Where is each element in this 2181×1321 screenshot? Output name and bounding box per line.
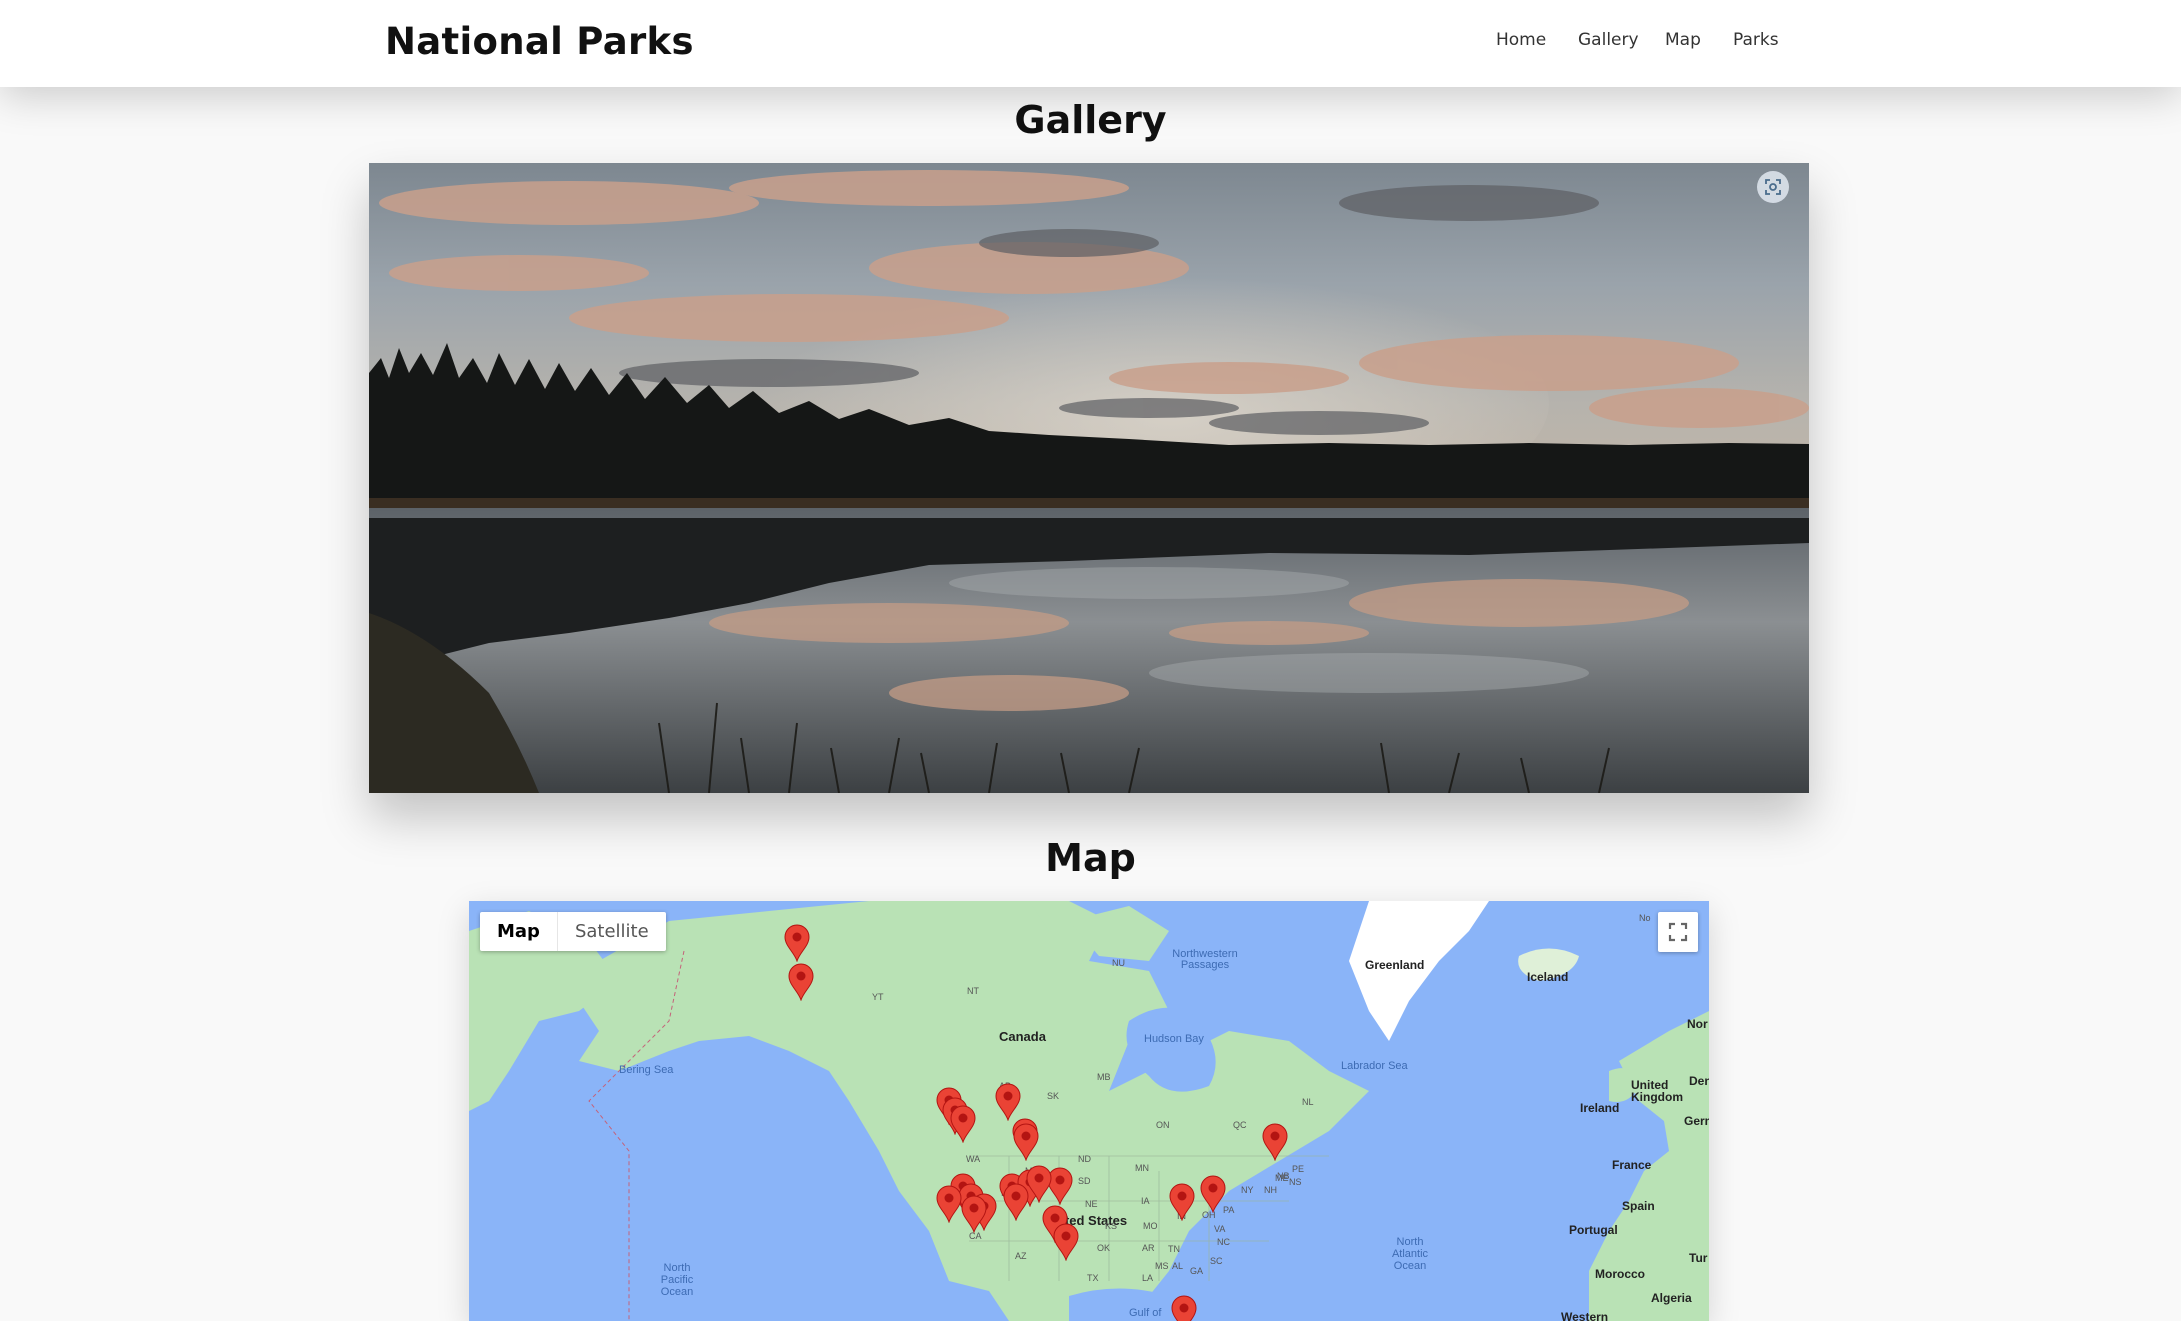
site-header: National Parks Home Gallery Map Parks (0, 0, 2181, 87)
map-label-mn: MN (1135, 1163, 1149, 1173)
fullscreen-icon (1668, 922, 1688, 942)
nav-home-link[interactable]: Home (1496, 30, 1546, 50)
nav-map-link[interactable]: Map (1665, 30, 1701, 50)
map-label-ny: NY (1241, 1185, 1254, 1195)
map-label-nd: ND (1078, 1154, 1091, 1164)
map-label-tx: TX (1087, 1273, 1099, 1283)
map-label-algeria: Algeria (1651, 1291, 1692, 1305)
map-label-portugal: Portugal (1569, 1223, 1618, 1237)
map-label-sk: SK (1047, 1091, 1060, 1101)
map-label-ks: KS (1105, 1221, 1118, 1231)
map-type-satellite-button[interactable]: Satellite (558, 912, 666, 951)
lens-scan-icon (1765, 179, 1781, 195)
map-label-western: Western (1561, 1310, 1609, 1321)
map-label-yt: YT (872, 992, 884, 1002)
map-label-ms: MS (1155, 1261, 1169, 1271)
map-label-ok: OK (1097, 1243, 1111, 1253)
map-label-al: AL (1172, 1261, 1184, 1271)
map-label-la: LA (1142, 1273, 1154, 1283)
map-label-ga: GA (1190, 1266, 1204, 1276)
lake-landscape-image (369, 163, 1809, 793)
map-label-va: VA (1214, 1224, 1226, 1234)
map-label-nc: NC (1217, 1237, 1230, 1247)
map-label-ns: NS (1289, 1177, 1302, 1187)
map-label-gulf-of: Gulf of (1129, 1307, 1162, 1319)
map-label-ia: IA (1141, 1196, 1150, 1206)
map-label-sc: SC (1210, 1256, 1223, 1266)
map-marker-pin[interactable] (1169, 1183, 1195, 1222)
map-widget[interactable]: Greenland Iceland Canada United States N… (469, 901, 1709, 1321)
map-label-canada: Canada (999, 1029, 1046, 1044)
map-label-qc: QC (1233, 1120, 1247, 1130)
map-label-greenland: Greenland (1365, 958, 1425, 972)
map-label-iceland: Iceland (1527, 970, 1569, 984)
gallery-image[interactable] (369, 163, 1809, 793)
map-label-morocco: Morocco (1595, 1267, 1646, 1281)
map-marker-pin[interactable] (1262, 1123, 1288, 1162)
map-marker-pin[interactable] (1200, 1175, 1226, 1214)
map-label-ar: AR (1142, 1243, 1155, 1253)
map-canvas[interactable] (469, 901, 1709, 1321)
map-label-ne: NE (1085, 1199, 1098, 1209)
map-marker-pin[interactable] (788, 963, 814, 1002)
gallery-heading: Gallery (1014, 98, 1167, 142)
map-marker-pin[interactable] (1053, 1223, 1079, 1262)
map-marker-pin[interactable] (961, 1195, 987, 1234)
map-label-den: Den (1689, 1074, 1709, 1088)
map-label-pe: PE (1292, 1164, 1305, 1174)
map-label-nh: NH (1264, 1185, 1277, 1195)
map-label-united-kingdom: United Kingdom (1631, 1078, 1683, 1104)
map-label-mb: MB (1097, 1072, 1111, 1082)
map-marker-pin[interactable] (1171, 1295, 1197, 1321)
map-label-me: ME (1275, 1173, 1289, 1183)
map-label-nl: NL (1302, 1097, 1314, 1107)
map-marker-pin[interactable] (1013, 1123, 1039, 1162)
map-label-germ: Germ (1684, 1114, 1709, 1128)
map-label-france: France (1612, 1158, 1652, 1172)
map-marker-pin[interactable] (936, 1185, 962, 1224)
map-label-no: No (1639, 913, 1651, 923)
map-marker-pin[interactable] (950, 1105, 976, 1144)
map-label-hudson-bay: Hudson Bay (1144, 1033, 1204, 1045)
fullscreen-button[interactable] (1658, 912, 1698, 952)
map-label-bering-sea: Bering Sea (619, 1064, 674, 1076)
map-label-nor: Nor (1687, 1017, 1708, 1031)
lens-scan-button[interactable] (1757, 171, 1789, 203)
map-label-north-pacific-ocean: North Pacific Ocean (660, 1262, 694, 1298)
map-label-north-atlantic-ocean: North Atlantic Ocean (1391, 1236, 1429, 1272)
nav-parks-link[interactable]: Parks (1733, 30, 1779, 50)
map-label-on: ON (1156, 1120, 1170, 1130)
map-label-wa: WA (966, 1154, 981, 1164)
map-label-nt: NT (967, 986, 979, 996)
map-marker-pin[interactable] (784, 924, 810, 963)
nav-gallery-link[interactable]: Gallery (1578, 30, 1639, 50)
map-label-spain: Spain (1622, 1199, 1655, 1213)
map-label-northwestern-passages: Northwestern Passages (1172, 948, 1238, 971)
map-marker-pin[interactable] (995, 1083, 1021, 1122)
map-label-sd: SD (1078, 1176, 1091, 1186)
map-label-ireland: Ireland (1580, 1101, 1620, 1115)
map-type-map-button[interactable]: Map (480, 912, 558, 951)
map-type-control: Map Satellite (480, 912, 666, 951)
map-label-mo: MO (1143, 1221, 1158, 1231)
map-label-labrador-sea: Labrador Sea (1341, 1060, 1408, 1072)
map-heading: Map (1045, 836, 1136, 880)
map-label-tur: Tur (1689, 1251, 1708, 1265)
site-brand[interactable]: National Parks (385, 20, 694, 63)
map-marker-pin[interactable] (1026, 1165, 1052, 1204)
map-label-tn: TN (1168, 1244, 1180, 1254)
map-label-az: AZ (1015, 1251, 1027, 1261)
map-label-nu: NU (1112, 958, 1125, 968)
